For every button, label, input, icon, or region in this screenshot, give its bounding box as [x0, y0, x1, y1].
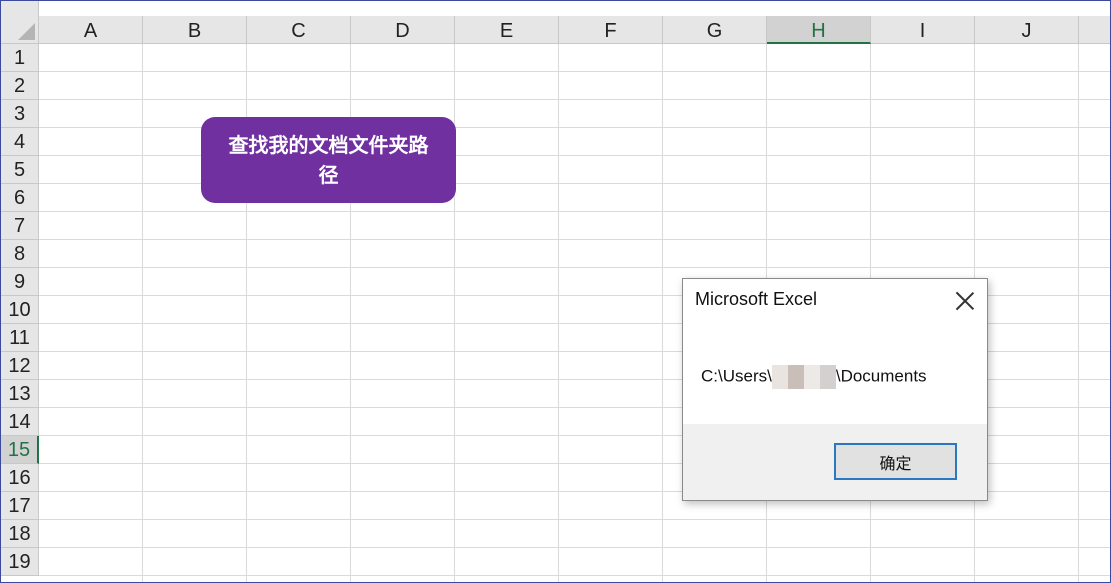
path-prefix: C:\Users\ — [701, 366, 772, 386]
ribbon-gap — [39, 1, 1110, 16]
row-header-12[interactable]: 12 — [1, 352, 39, 380]
row-header-3[interactable]: 3 — [1, 100, 39, 128]
row-header-10[interactable]: 10 — [1, 296, 39, 324]
ok-button-label: 确定 — [879, 453, 912, 473]
row-header-11[interactable]: 11 — [1, 324, 39, 352]
column-header-i[interactable]: I — [871, 16, 975, 44]
column-header-f[interactable]: F — [559, 16, 663, 44]
select-all-triangle-icon — [18, 23, 35, 40]
ok-button[interactable]: 确定 — [834, 443, 957, 480]
column-header-a[interactable]: A — [39, 16, 143, 44]
dialog-title: Microsoft Excel — [695, 289, 818, 309]
dialog-footer: 确定 — [683, 424, 987, 500]
row-header-17[interactable]: 17 — [1, 492, 39, 520]
find-documents-path-button[interactable]: 查找我的文档文件夹路径 — [201, 117, 456, 203]
row-header-6[interactable]: 6 — [1, 184, 39, 212]
row-header-14[interactable]: 14 — [1, 408, 39, 436]
dialog-message: C:\Users\ \Documents — [701, 365, 927, 389]
column-header-g[interactable]: G — [663, 16, 767, 44]
column-header-e[interactable]: E — [455, 16, 559, 44]
row-header-7[interactable]: 7 — [1, 212, 39, 240]
row-header-18[interactable]: 18 — [1, 520, 39, 548]
column-header-j[interactable]: J — [975, 16, 1079, 44]
row-header-2[interactable]: 2 — [1, 72, 39, 100]
row-header-1[interactable]: 1 — [1, 44, 39, 72]
redacted-username — [771, 365, 836, 389]
column-header-d[interactable]: D — [351, 16, 455, 44]
excel-window: ABCDEFGHIJ 1 2 3 4 5 6 7 8 9 10 11 12 13 14 15 16 17 18 19… — [0, 0, 1111, 583]
column-header-partial[interactable] — [1079, 16, 1110, 44]
column-header-h[interactable]: H — [767, 16, 871, 44]
close-icon[interactable] — [955, 291, 975, 311]
row-header-4[interactable]: 4 — [1, 128, 39, 156]
row-header-15[interactable]: 15 — [1, 436, 39, 464]
column-header-c[interactable]: C — [247, 16, 351, 44]
row-header-5[interactable]: 5 — [1, 156, 39, 184]
row-header-13[interactable]: 13 — [1, 380, 39, 408]
message-box: Microsoft Excel C:\Users\ \Documents 确定 — [682, 278, 988, 501]
row-header-19[interactable]: 19 — [1, 548, 39, 576]
path-suffix: \Documents — [835, 366, 927, 386]
select-all-button[interactable] — [1, 1, 39, 44]
find-documents-path-label: 查找我的文档文件夹路径 — [228, 133, 429, 187]
row-header-16[interactable]: 16 — [1, 464, 39, 492]
row-header-8[interactable]: 8 — [1, 240, 39, 268]
column-header-b[interactable]: B — [143, 16, 247, 44]
row-header-9[interactable]: 9 — [1, 268, 39, 296]
